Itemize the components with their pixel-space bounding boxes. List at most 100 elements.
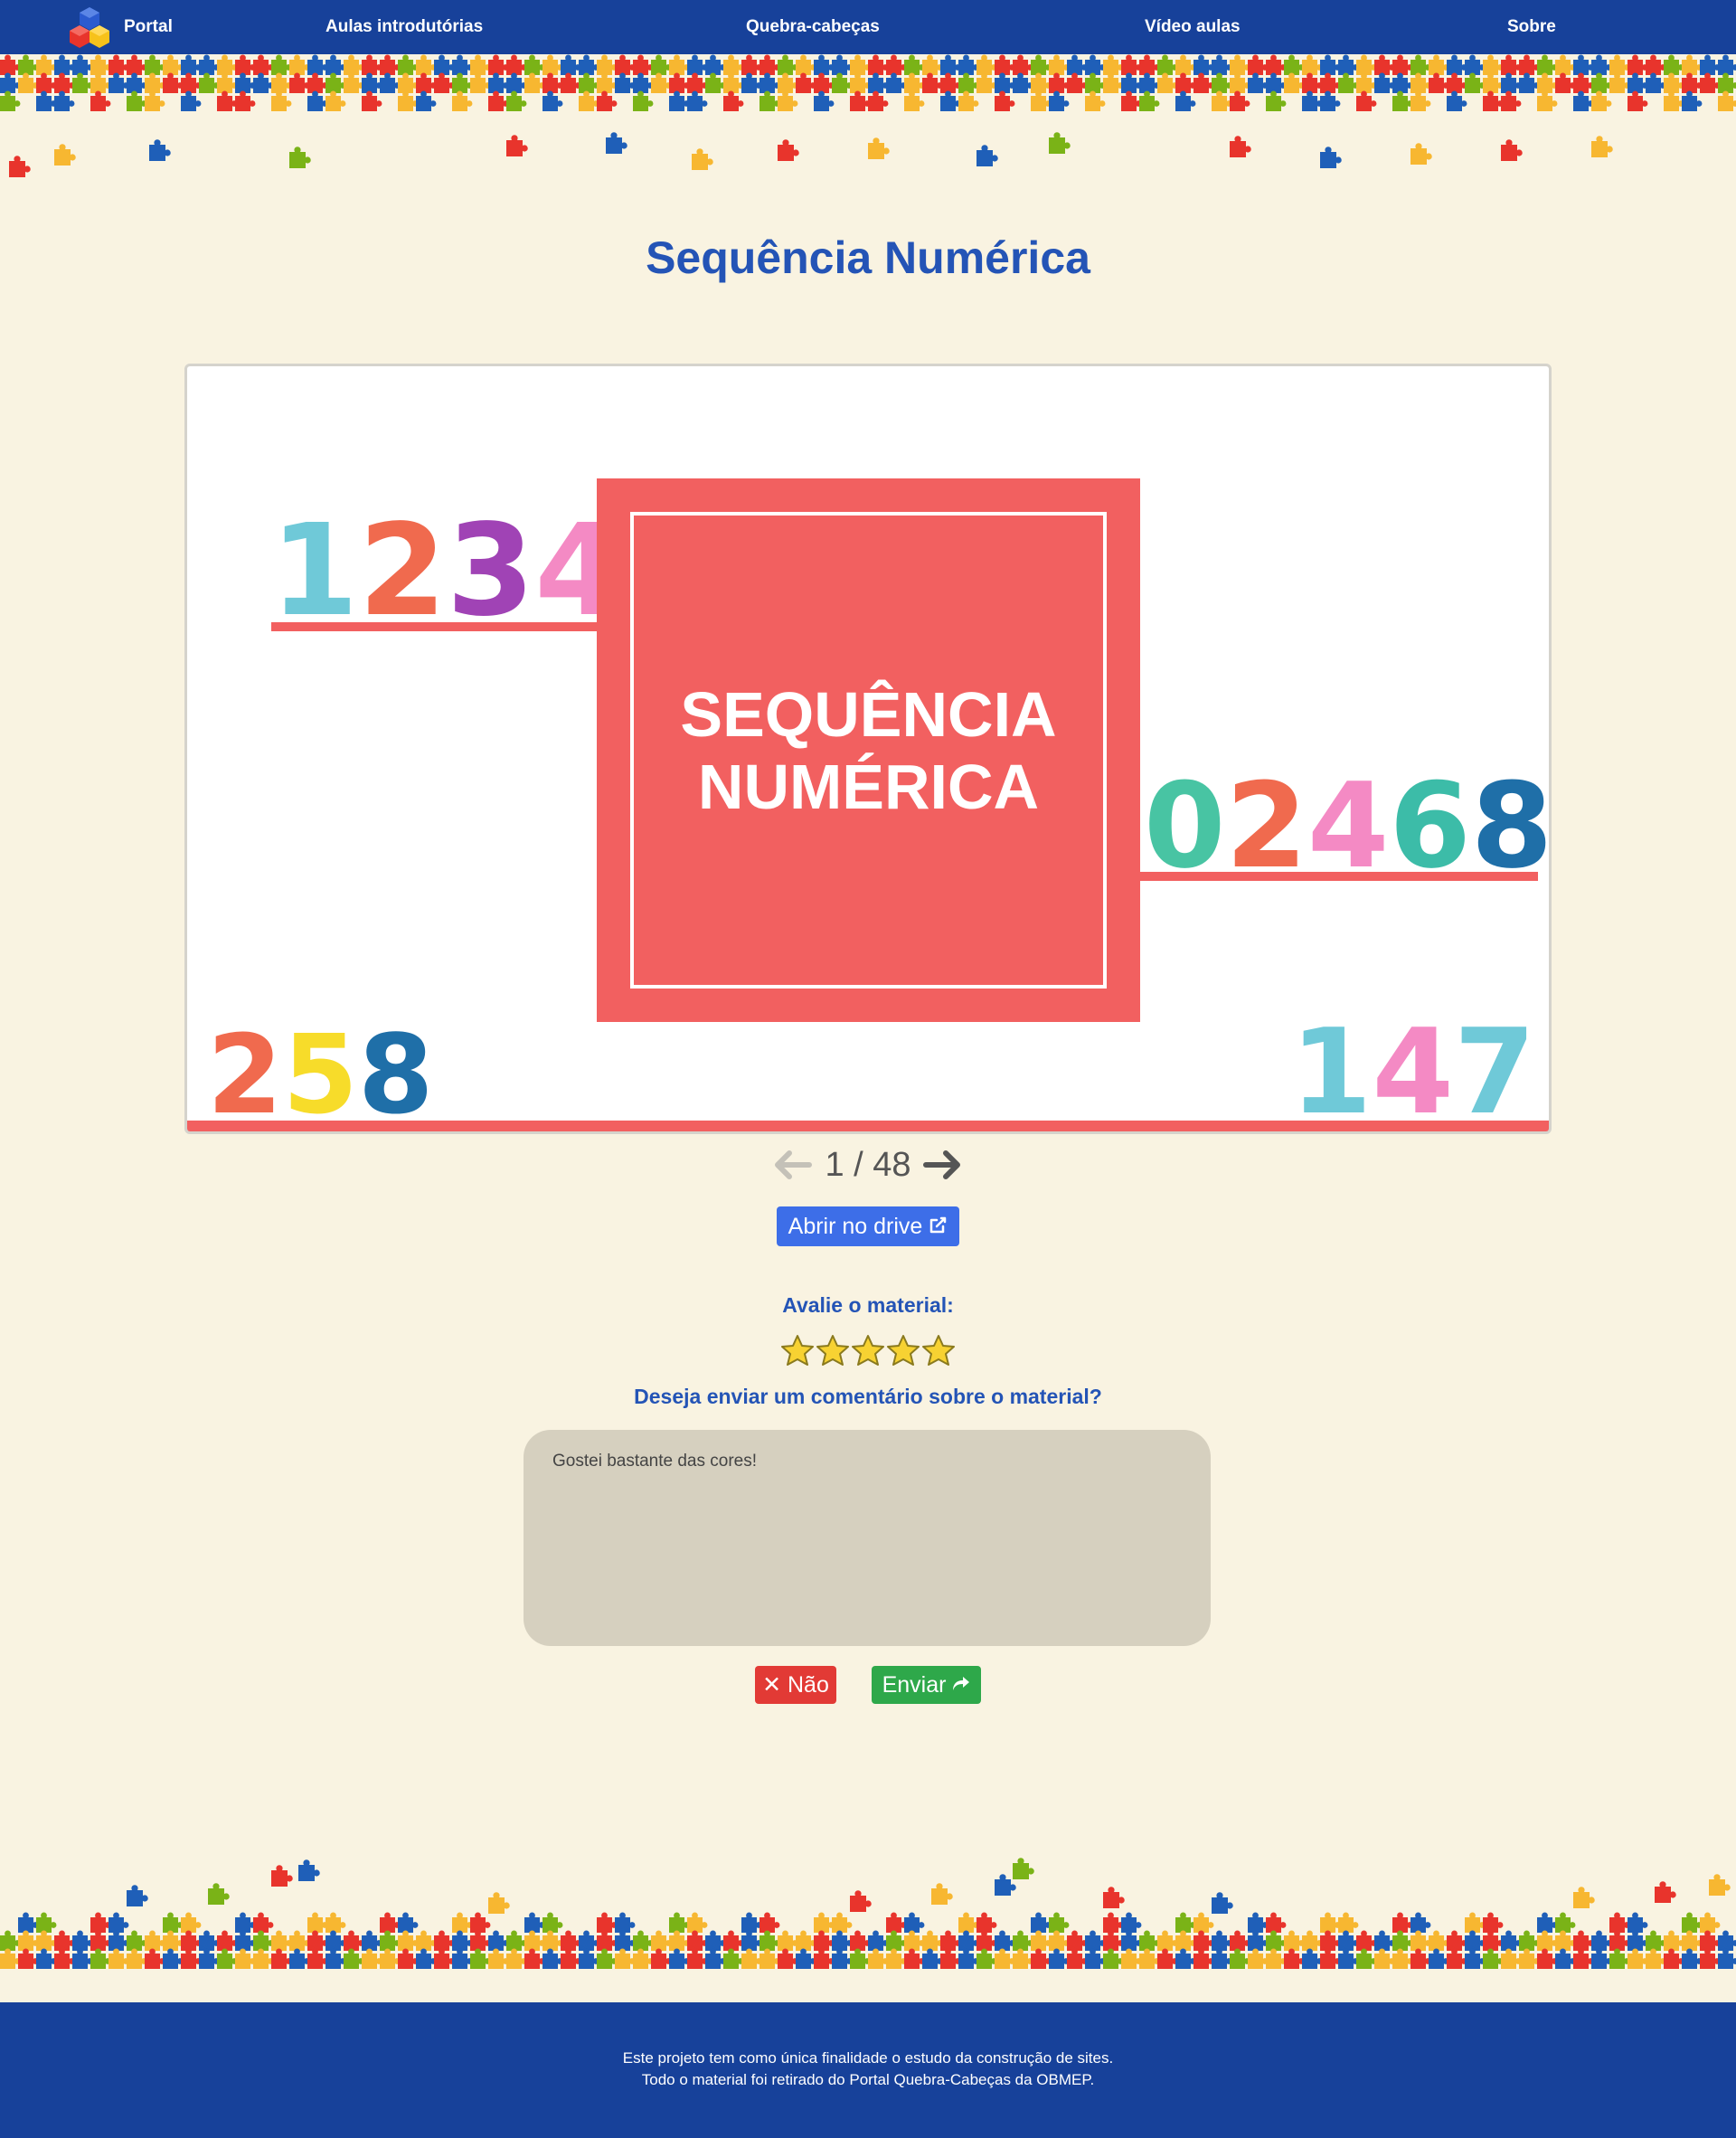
puzzle-piece	[1628, 54, 1648, 75]
puzzle-piece	[1537, 1948, 1558, 1969]
puzzle-piece	[606, 132, 627, 154]
puzzle-piece	[380, 1948, 401, 1969]
puzzle-piece	[741, 72, 762, 93]
comment-textarea[interactable]: Gostei bastante das cores!	[524, 1430, 1211, 1646]
star-icon[interactable]	[886, 1334, 920, 1368]
nav-aulas-introdutorias[interactable]: Aulas introdutórias	[326, 0, 483, 54]
puzzle-piece	[615, 54, 636, 75]
puzzle-piece	[814, 1912, 835, 1933]
puzzle-piece	[723, 54, 744, 75]
puzzle-piece	[1103, 1948, 1124, 1969]
puzzle-piece	[886, 54, 907, 75]
arrow-right-icon[interactable]	[922, 1149, 962, 1180]
puzzle-piece	[995, 54, 1015, 75]
puzzle-piece	[470, 54, 491, 75]
puzzle-piece	[1031, 90, 1052, 111]
puzzle-piece	[326, 54, 346, 75]
star-icon[interactable]	[851, 1334, 885, 1368]
puzzle-piece	[1266, 1948, 1287, 1969]
puzzle-piece	[1429, 1930, 1449, 1951]
puzzle-piece	[506, 54, 527, 75]
puzzle-piece	[235, 1930, 256, 1951]
puzzle-piece	[54, 90, 75, 111]
puzzle-piece	[850, 1948, 871, 1969]
puzzle-piece	[561, 54, 581, 75]
puzzle-piece	[1501, 90, 1522, 111]
puzzle-piece	[1085, 1930, 1106, 1951]
puzzle-piece	[669, 1912, 690, 1933]
puzzle-piece	[1374, 72, 1395, 93]
puzzle-piece	[1121, 54, 1142, 75]
puzzle-piece	[1139, 90, 1160, 111]
puzzle-piece	[850, 1890, 872, 1912]
no-button[interactable]: ✕ Não	[755, 1666, 836, 1704]
puzzle-piece	[271, 90, 292, 111]
footer-line-1: Este projeto tem como única finalidade o…	[622, 2049, 1114, 2067]
page-title: Sequência Numérica	[646, 232, 1090, 283]
star-icon[interactable]	[921, 1334, 956, 1368]
puzzle-piece	[1374, 1930, 1395, 1951]
puzzle-piece	[199, 54, 220, 75]
star-icon[interactable]	[816, 1334, 850, 1368]
puzzle-piece	[1573, 1948, 1594, 1969]
puzzle-piece	[669, 54, 690, 75]
puzzle-piece	[181, 72, 202, 93]
puzzle-piece	[832, 72, 853, 93]
puzzle-piece	[995, 1930, 1015, 1951]
puzzle-piece	[289, 1930, 310, 1951]
puzzle-piece	[127, 72, 147, 93]
puzzle-piece	[1194, 72, 1214, 93]
puzzle-piece	[416, 72, 437, 93]
puzzle-piece	[1121, 1930, 1142, 1951]
puzzle-piece	[931, 1883, 953, 1905]
puzzle-piece	[1628, 72, 1648, 93]
puzzle-piece	[398, 54, 419, 75]
puzzle-piece	[1067, 1930, 1088, 1951]
puzzle-piece	[542, 54, 563, 75]
puzzle-piece	[470, 1948, 491, 1969]
puzzle-piece	[1501, 1930, 1522, 1951]
puzzle-piece	[904, 1948, 925, 1969]
puzzle-piece	[1465, 1930, 1486, 1951]
puzzle-piece	[1555, 1912, 1576, 1933]
puzzle-piece	[326, 1930, 346, 1951]
puzzle-piece	[108, 72, 129, 93]
nav-video-aulas[interactable]: Vídeo aulas	[1145, 0, 1241, 54]
puzzle-piece	[1284, 72, 1305, 93]
puzzle-piece	[868, 90, 889, 111]
puzzle-piece	[1573, 90, 1594, 111]
send-button[interactable]: Enviar	[872, 1666, 981, 1704]
puzzle-piece	[271, 72, 292, 93]
puzzle-piece	[1555, 54, 1576, 75]
puzzle-piece	[597, 1930, 618, 1951]
puzzle-piece	[1230, 54, 1250, 75]
puzzle-piece	[217, 54, 238, 75]
puzzle-piece	[940, 1948, 961, 1969]
puzzle-piece	[687, 1912, 708, 1933]
puzzle-piece	[344, 72, 364, 93]
puzzle-piece	[1157, 72, 1178, 93]
puzzle-piece	[1320, 1948, 1341, 1969]
puzzle-piece	[217, 1948, 238, 1969]
puzzle-piece	[1646, 72, 1666, 93]
reply-icon	[953, 1677, 970, 1690]
puzzle-piece	[90, 54, 111, 75]
puzzle-piece	[615, 72, 636, 93]
puzzle-piece	[1483, 90, 1504, 111]
star-icon[interactable]	[780, 1334, 815, 1368]
logo-cubes-icon[interactable]	[67, 5, 112, 49]
puzzle-piece	[488, 72, 509, 93]
nav-portal[interactable]: Portal	[124, 0, 173, 54]
puzzle-piece	[904, 90, 925, 111]
puzzle-piece	[506, 135, 528, 156]
nav-sobre[interactable]: Sobre	[1507, 0, 1556, 54]
puzzle-piece	[145, 90, 165, 111]
puzzle-piece	[1664, 72, 1684, 93]
arrow-left-icon[interactable]	[773, 1149, 813, 1180]
puzzle-piece	[1573, 1887, 1595, 1908]
top-navbar: Portal Aulas introdutórias Quebra-cabeça…	[0, 0, 1736, 54]
open-in-drive-button[interactable]: Abrir no drive	[777, 1206, 959, 1246]
nav-quebra-cabecas[interactable]: Quebra-cabeças	[746, 0, 880, 54]
puzzle-piece	[108, 1930, 129, 1951]
puzzle-piece	[1609, 1948, 1630, 1969]
